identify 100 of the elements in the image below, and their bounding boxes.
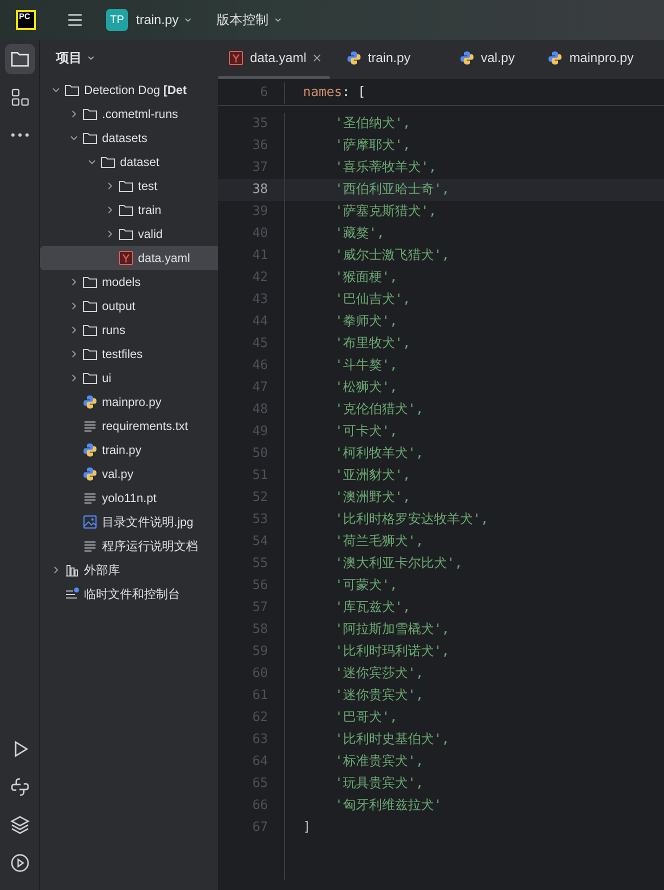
tree-item-label: 程序运行说明文档 bbox=[102, 538, 198, 555]
editor-tab[interactable]: val.py bbox=[448, 40, 538, 76]
code-line: '玩具贵宾犬', bbox=[334, 775, 424, 794]
tree-item[interactable]: testfiles bbox=[40, 342, 218, 366]
code-line: names: [ bbox=[303, 84, 366, 102]
tree-item-label: data.yaml bbox=[138, 250, 190, 267]
code-line: '斗牛獒', bbox=[334, 357, 398, 376]
tree-item[interactable]: yolo11n.pt bbox=[40, 486, 218, 510]
tree-item[interactable]: requirements.txt bbox=[40, 414, 218, 438]
structure-icon bbox=[10, 87, 30, 107]
code-line: '拳师犬', bbox=[334, 313, 398, 332]
tree-item[interactable]: Detection Dog [Det bbox=[40, 78, 218, 102]
project-icon bbox=[10, 49, 30, 69]
layers-icon bbox=[10, 815, 30, 835]
tree-item[interactable]: 程序运行说明文档 bbox=[40, 534, 218, 558]
tree-item[interactable]: 目录文件说明.jpg bbox=[40, 510, 218, 534]
tree-item[interactable]: output bbox=[40, 294, 218, 318]
code-line: '圣伯纳犬', bbox=[334, 115, 410, 134]
code-line: '迷你宾莎犬', bbox=[334, 665, 424, 684]
folder-icon bbox=[118, 226, 134, 242]
code-line: '澳大利亚卡尔比犬', bbox=[334, 555, 462, 574]
tree-item-label: mainpro.py bbox=[102, 394, 162, 411]
code-line: '藏獒', bbox=[334, 225, 384, 244]
folder-icon bbox=[82, 274, 98, 290]
tree-item-label: valid bbox=[138, 226, 163, 243]
tree-item[interactable]: data.yaml bbox=[40, 246, 218, 270]
tree-item[interactable]: runs bbox=[40, 318, 218, 342]
tree-item[interactable]: dataset bbox=[40, 150, 218, 174]
tree-item[interactable]: ui bbox=[40, 366, 218, 390]
code-line: '萨摩耶犬', bbox=[334, 137, 410, 156]
folder-icon bbox=[82, 130, 98, 146]
tree-item[interactable]: train bbox=[40, 198, 218, 222]
code-line: '可卡犬', bbox=[334, 423, 398, 442]
tree-item[interactable]: train.py bbox=[40, 438, 218, 462]
python-file-icon bbox=[547, 50, 564, 66]
folder-icon bbox=[118, 178, 134, 194]
code-line: '布里牧犬', bbox=[334, 335, 410, 354]
library-icon bbox=[64, 562, 80, 578]
tree-item-label: test bbox=[138, 178, 158, 195]
project-view-dropdown[interactable]: 项目 bbox=[56, 48, 96, 68]
project-tool-button[interactable] bbox=[4, 44, 34, 74]
tree-item[interactable]: val.py bbox=[40, 462, 218, 486]
tree-item[interactable]: 临时文件和控制台 bbox=[40, 582, 218, 606]
close-icon bbox=[312, 53, 322, 63]
menu-icon bbox=[66, 11, 84, 29]
folder-icon bbox=[82, 346, 98, 362]
tree-item-label: 外部库 bbox=[84, 562, 120, 579]
tree-item[interactable]: valid bbox=[40, 222, 218, 246]
code-line: '库瓦兹犬', bbox=[334, 599, 410, 618]
tree-item[interactable]: .cometml-runs bbox=[40, 102, 218, 126]
tree-item-label: datasets bbox=[102, 130, 148, 147]
tree-item-label: runs bbox=[102, 322, 126, 339]
vcs-dropdown[interactable]: 版本控制 bbox=[216, 10, 283, 30]
tree-item[interactable]: test bbox=[40, 174, 218, 198]
tree-item-label: ui bbox=[102, 370, 112, 387]
python-file-icon bbox=[82, 442, 98, 458]
project-badge: TP bbox=[106, 9, 128, 31]
line-number: 38 bbox=[251, 181, 268, 200]
yaml-file-icon bbox=[118, 250, 134, 266]
code-line: '标准贵宾犬', bbox=[334, 753, 424, 772]
tree-item-label: val.py bbox=[102, 466, 134, 483]
folder-icon bbox=[118, 202, 134, 218]
tree-item-label: train.py bbox=[102, 442, 142, 459]
code-line: '猴面梗', bbox=[334, 269, 398, 288]
image-file-icon bbox=[82, 514, 98, 530]
code-line: ] bbox=[303, 819, 311, 838]
code-line: '澳洲野犬', bbox=[334, 489, 410, 508]
tree-item-label: testfiles bbox=[102, 346, 143, 363]
code-line: '可蒙犬', bbox=[334, 577, 398, 596]
tree-item-label: 临时文件和控制台 bbox=[84, 586, 180, 603]
tree-item-label: models bbox=[102, 274, 141, 291]
editor-tab[interactable]: data.yaml bbox=[218, 40, 336, 76]
scrollbar-thumb[interactable] bbox=[218, 76, 330, 79]
code-line: '西伯利亚哈士奇', bbox=[334, 181, 450, 200]
editor-tab[interactable]: mainpro.py bbox=[537, 40, 664, 76]
tree-item[interactable]: models bbox=[40, 270, 218, 294]
code-line: '荷兰毛狮犬', bbox=[334, 533, 424, 552]
code-line: '亚洲豺犬', bbox=[334, 467, 410, 486]
code-line: '喜乐蒂牧羊犬', bbox=[334, 159, 436, 178]
code-line: '巴仙吉犬', bbox=[334, 291, 410, 310]
code-line: '威尔士激飞猎犬', bbox=[334, 247, 450, 266]
tree-item-label: dataset bbox=[120, 154, 160, 171]
code-line: '萨塞克斯猎犬', bbox=[334, 203, 436, 222]
python-file-icon bbox=[82, 466, 98, 482]
tree-item-label: yolo11n.pt bbox=[102, 490, 156, 507]
python-file-icon bbox=[346, 50, 362, 66]
code-line: '松狮犬', bbox=[334, 379, 398, 398]
tree-item[interactable]: mainpro.py bbox=[40, 390, 218, 414]
yaml-file-icon bbox=[228, 50, 244, 66]
project-dropdown[interactable]: train.py bbox=[136, 10, 193, 30]
tree-item[interactable]: 外部库 bbox=[40, 558, 218, 582]
folder-icon bbox=[82, 298, 98, 314]
code-line: '比利时玛利诺犬', bbox=[334, 643, 450, 662]
more-icon bbox=[10, 133, 28, 137]
tree-item[interactable]: datasets bbox=[40, 126, 218, 150]
tree-item-label: Detection Dog [Det bbox=[84, 82, 187, 99]
python-file-icon bbox=[458, 50, 475, 66]
editor-tab[interactable]: train.py bbox=[336, 40, 449, 76]
code-line: '比利时格罗安达牧羊犬', bbox=[334, 511, 488, 530]
code-line: '匈牙利维兹拉犬' bbox=[334, 797, 442, 816]
